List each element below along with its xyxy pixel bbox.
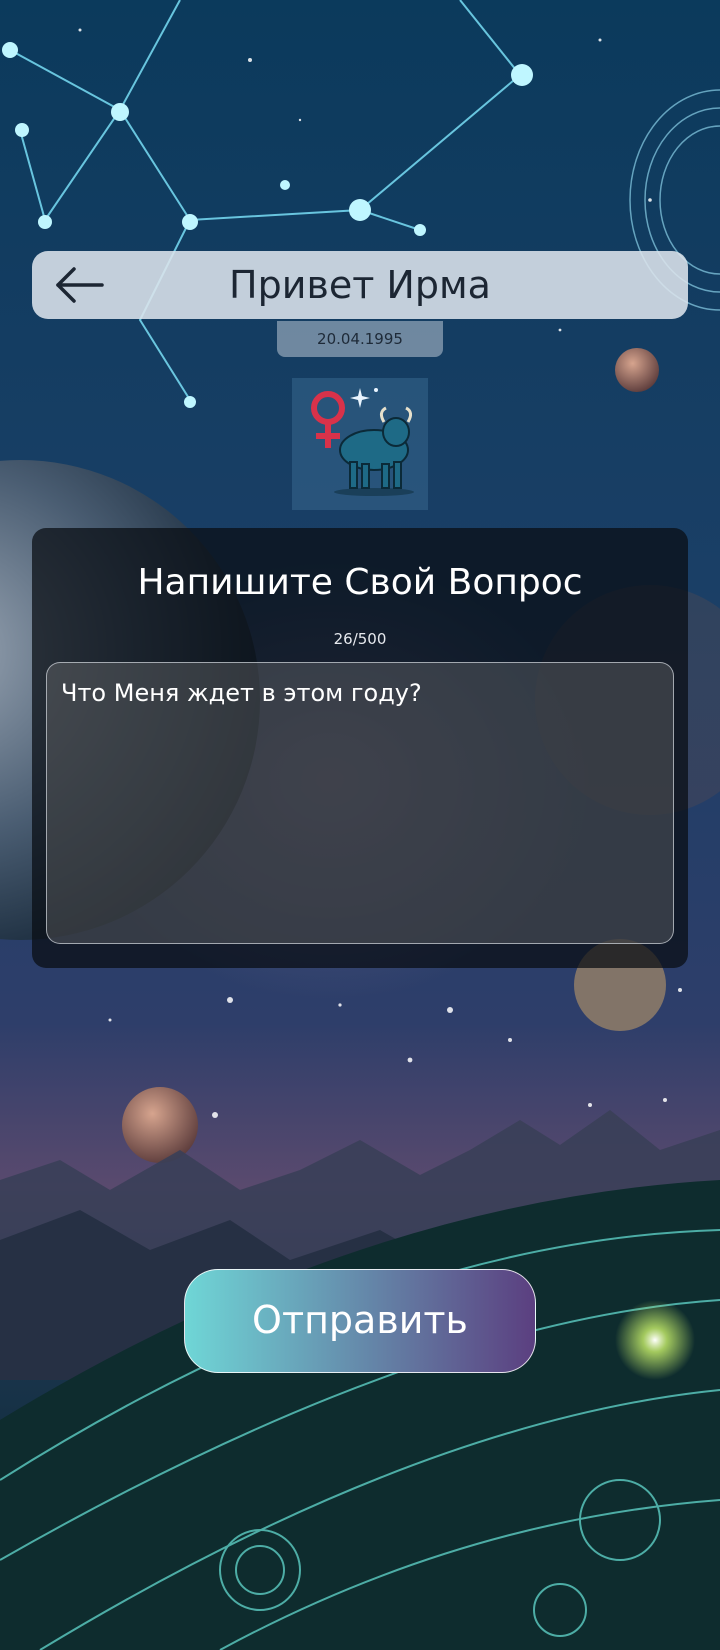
question-panel: Напишите Свой Вопрос 26/500 Что Меня жде…	[32, 528, 688, 968]
character-counter: 26/500	[333, 630, 387, 648]
arrow-left-icon	[56, 267, 104, 303]
back-button[interactable]	[50, 261, 110, 309]
question-title: Напишите Свой Вопрос	[137, 562, 583, 603]
venus-taurus-bull-icon	[311, 388, 414, 496]
send-button[interactable]: Отправить	[184, 1269, 536, 1373]
zodiac-sign-image	[292, 378, 428, 510]
page-title: Привет Ирма	[229, 263, 491, 307]
birth-date: 20.04.1995	[277, 321, 443, 357]
header-bar: Привет Ирма	[32, 251, 688, 319]
question-input[interactable]: Что Меня ждет в этом году?	[46, 662, 674, 944]
